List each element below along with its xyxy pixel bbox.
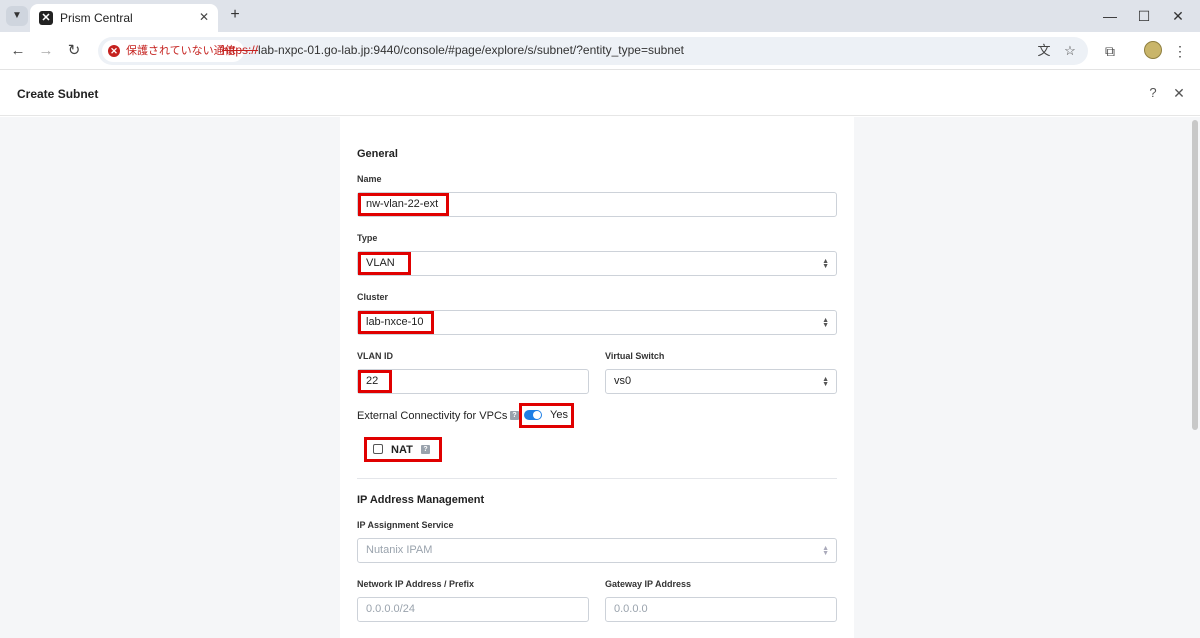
- dialog-header: Create Subnet ? ✕: [0, 70, 1200, 116]
- tab-search-button[interactable]: ▼: [6, 6, 28, 26]
- select-arrows-icon: ▲ ▼: [822, 317, 829, 329]
- star-icon[interactable]: ☆: [1062, 43, 1078, 59]
- external-connectivity-value: Yes: [550, 409, 568, 421]
- name-value: nw-vlan-22-ext: [366, 198, 439, 210]
- nat-label: NAT: [391, 444, 413, 456]
- help-question-icon[interactable]: ?: [421, 445, 430, 454]
- maximize-icon[interactable]: ☐: [1134, 6, 1154, 26]
- section-title-ipam: IP Address Management: [357, 494, 485, 506]
- ip-assignment-select[interactable]: Nutanix IPAM ▲ ▼: [357, 538, 837, 563]
- security-label: 保護されていない通信: [126, 45, 236, 57]
- section-divider: [357, 478, 837, 479]
- toggle-knob: [533, 411, 541, 419]
- select-arrows-icon: ▲ ▼: [822, 258, 829, 270]
- section-title-general: General: [357, 148, 398, 160]
- cluster-value: lab-nxce-10: [366, 316, 424, 328]
- avatar[interactable]: [1144, 41, 1162, 59]
- new-tab-icon[interactable]: +: [226, 6, 244, 24]
- type-select[interactable]: VLAN ▲ ▼: [357, 251, 837, 276]
- network-prefix-label: Network IP Address / Prefix: [357, 579, 475, 589]
- close-icon[interactable]: ✕: [1172, 85, 1186, 101]
- tab-title: Prism Central: [60, 11, 133, 25]
- type-label: Type: [357, 233, 378, 243]
- external-connectivity-toggle[interactable]: [524, 410, 542, 420]
- external-connectivity-label: External Connectivity for VPCs: [357, 410, 508, 422]
- gateway-label: Gateway IP Address: [605, 579, 692, 589]
- url-text[interactable]: https://lab-nxpc-01.go-lab.jp:9440/conso…: [222, 43, 684, 57]
- network-prefix-input[interactable]: 0.0.0.0/24: [357, 597, 589, 622]
- browser-tab-bar: ▼ ✕ Prism Central ✕ + — ☐ ✕: [0, 0, 1200, 32]
- vlan-id-value: 22: [366, 375, 379, 387]
- virtual-switch-label: Virtual Switch: [605, 351, 665, 361]
- name-input[interactable]: nw-vlan-22-ext: [357, 192, 837, 217]
- reload-icon[interactable]: ↻: [64, 41, 84, 61]
- chevron-down-icon: ▼: [12, 10, 22, 21]
- select-arrows-icon: ▲ ▼: [822, 545, 829, 557]
- select-arrows-icon: ▲ ▼: [822, 376, 829, 388]
- warning-icon: ✕: [108, 45, 120, 57]
- address-bar[interactable]: ✕ 保護されていない通信 https://lab-nxpc-01.go-lab.…: [98, 37, 1088, 65]
- forward-arrow-icon[interactable]: →: [36, 41, 56, 61]
- prism-favicon-icon: ✕: [39, 11, 53, 25]
- help-icon[interactable]: ?: [1146, 85, 1160, 101]
- url-scheme: https://: [222, 43, 259, 57]
- cluster-select[interactable]: lab-nxce-10 ▲ ▼: [357, 310, 837, 335]
- name-label: Name: [357, 174, 382, 184]
- puzzle-icon[interactable]: ⧉: [1100, 41, 1120, 61]
- gateway-placeholder: 0.0.0.0: [614, 603, 648, 615]
- kebab-menu-icon[interactable]: ⋮: [1170, 41, 1190, 61]
- ip-assignment-label: IP Assignment Service: [357, 520, 454, 530]
- browser-toolbar: ← → ↻ ✕ 保護されていない通信 https://lab-nxpc-01.g…: [0, 32, 1200, 70]
- browser-tab[interactable]: ✕ Prism Central ✕: [30, 4, 218, 32]
- gateway-input[interactable]: 0.0.0.0: [605, 597, 837, 622]
- tab-close-icon[interactable]: ✕: [196, 9, 212, 25]
- translate-icon[interactable]: 文: [1036, 43, 1052, 59]
- network-prefix-placeholder: 0.0.0.0/24: [366, 603, 415, 615]
- nat-checkbox[interactable]: [373, 444, 383, 454]
- window-close-icon[interactable]: ✕: [1168, 6, 1188, 26]
- type-value: VLAN: [366, 257, 395, 269]
- minimize-icon[interactable]: —: [1100, 6, 1120, 26]
- url-path: lab-nxpc-01.go-lab.jp:9440/console/#page…: [258, 43, 684, 57]
- scrollbar[interactable]: [1192, 120, 1198, 430]
- cluster-label: Cluster: [357, 292, 389, 302]
- help-question-icon[interactable]: ?: [510, 411, 519, 420]
- vlan-id-label: VLAN ID: [357, 351, 393, 361]
- page-title: Create Subnet: [17, 87, 99, 101]
- vlan-id-input[interactable]: 22: [357, 369, 589, 394]
- back-arrow-icon[interactable]: ←: [8, 41, 28, 61]
- ip-assignment-value: Nutanix IPAM: [366, 544, 433, 556]
- virtual-switch-select[interactable]: vs0 ▲ ▼: [605, 369, 837, 394]
- virtual-switch-value: vs0: [614, 375, 632, 387]
